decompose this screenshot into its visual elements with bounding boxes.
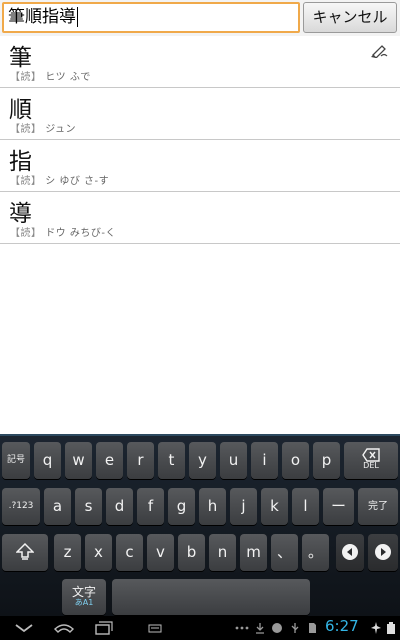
key-x[interactable]: x [85, 534, 112, 571]
reading-text: ヒツ ふで [45, 72, 91, 83]
kanji-character: 導 [9, 201, 32, 227]
input-mode-label: 文字 [71, 585, 96, 599]
list-item[interactable]: 導 【読】 ドウ みちび-く [0, 192, 400, 244]
airplane-mode-icon [371, 622, 381, 634]
sd-card-icon [309, 623, 316, 633]
search-input[interactable]: 筆順指導 [2, 2, 300, 33]
reading-text: ドウ みちび-く [45, 228, 116, 239]
key-c[interactable]: c [116, 534, 143, 571]
search-input-value: 筆順指導 [8, 7, 76, 27]
input-mode-sub-label: あA1 [74, 598, 94, 607]
kanji-reading: 【読】 ヒツ ふで [10, 68, 91, 83]
key-v[interactable]: v [147, 534, 174, 571]
key-w[interactable]: w [65, 442, 92, 479]
key-d[interactable]: d [106, 488, 133, 525]
download-icon [256, 623, 264, 634]
key-k[interactable]: k [261, 488, 288, 525]
recent-apps-icon[interactable] [91, 620, 115, 636]
key-o[interactable]: o [282, 442, 309, 479]
system-status-bar: 6:27 [0, 616, 400, 640]
key-symbols[interactable]: 記号 [2, 442, 30, 479]
key-t[interactable]: t [158, 442, 185, 479]
key-e[interactable]: e [96, 442, 123, 479]
hide-keyboard-icon[interactable] [12, 620, 36, 636]
key-z[interactable]: z [54, 534, 81, 571]
key-l[interactable]: l [292, 488, 319, 525]
cancel-button[interactable]: キャンセル [303, 2, 397, 33]
key-y[interactable]: y [189, 442, 216, 479]
search-bar: 筆順指導 キャンセル [0, 0, 400, 36]
kanji-character: 指 [9, 149, 32, 175]
key-i[interactable]: i [251, 442, 278, 479]
input-mode-key[interactable]: 文字 あA1 [62, 579, 106, 615]
key-f[interactable]: f [137, 488, 164, 525]
key-q[interactable]: q [34, 442, 61, 479]
kanji-reading: 【読】 ドウ みちび-く [10, 224, 116, 239]
list-item[interactable]: 順 【読】 ジュン [0, 88, 400, 140]
reading-prefix: 【読】 [10, 72, 42, 83]
key-u[interactable]: u [220, 442, 247, 479]
key-m[interactable]: m [240, 534, 267, 571]
usb-icon [291, 623, 299, 633]
kanji-results-list: 筆 【読】 ヒツ ふで 順 【読】 ジュン 指 【読】 シ ゆび さ-す 導 【… [0, 36, 400, 244]
key-comma[interactable]: 、 [271, 534, 298, 571]
reading-text: シ ゆび さ-す [45, 176, 110, 187]
more-icon [235, 626, 249, 630]
reading-prefix: 【読】 [10, 228, 42, 239]
key-g[interactable]: g [168, 488, 195, 525]
done-key[interactable]: 完了 [358, 488, 398, 525]
kanji-character: 筆 [9, 45, 32, 71]
key-r[interactable]: r [127, 442, 154, 479]
arrow-left-icon [342, 544, 358, 560]
key-p[interactable]: p [313, 442, 340, 479]
keyboard-toggle-icon[interactable] [148, 620, 162, 636]
kanji-reading: 【読】 シ ゆび さ-す [10, 172, 109, 187]
key-numbers[interactable]: .?123 [2, 488, 40, 525]
reading-prefix: 【読】 [10, 176, 42, 187]
key-b[interactable]: b [178, 534, 205, 571]
space-key[interactable] [112, 579, 310, 615]
soft-keyboard: 記号 q w e r t y u i o p DEL .?123 a s d f… [0, 434, 400, 616]
battery-icon [387, 622, 395, 634]
reading-text: ジュン [45, 124, 76, 135]
status-time: 6:27 [325, 617, 359, 635]
reading-prefix: 【読】 [10, 124, 42, 135]
key-period[interactable]: 。 [302, 534, 329, 571]
kanji-reading: 【読】 ジュン [10, 120, 76, 135]
delete-key[interactable]: DEL [344, 442, 398, 479]
key-s[interactable]: s [75, 488, 102, 525]
arrow-right-icon [375, 544, 391, 560]
kanji-character: 順 [9, 97, 32, 123]
backspace-icon [362, 448, 380, 462]
list-item[interactable]: 指 【読】 シ ゆび さ-す [0, 140, 400, 192]
key-n[interactable]: n [209, 534, 236, 571]
home-icon[interactable] [52, 620, 76, 636]
delete-key-label: DEL [363, 461, 379, 470]
key-long-vowel[interactable]: ー [323, 488, 354, 525]
cursor-right-key[interactable] [368, 534, 398, 571]
android-icon [272, 623, 282, 633]
key-a[interactable]: a [44, 488, 71, 525]
cursor-left-key[interactable] [336, 534, 364, 571]
shift-arrow-icon [16, 543, 34, 560]
list-item[interactable]: 筆 【読】 ヒツ ふで [0, 36, 400, 88]
shift-key[interactable] [2, 534, 48, 571]
pen-icon[interactable] [370, 44, 388, 58]
key-j[interactable]: j [230, 488, 257, 525]
key-h[interactable]: h [199, 488, 226, 525]
text-caret [77, 7, 78, 27]
